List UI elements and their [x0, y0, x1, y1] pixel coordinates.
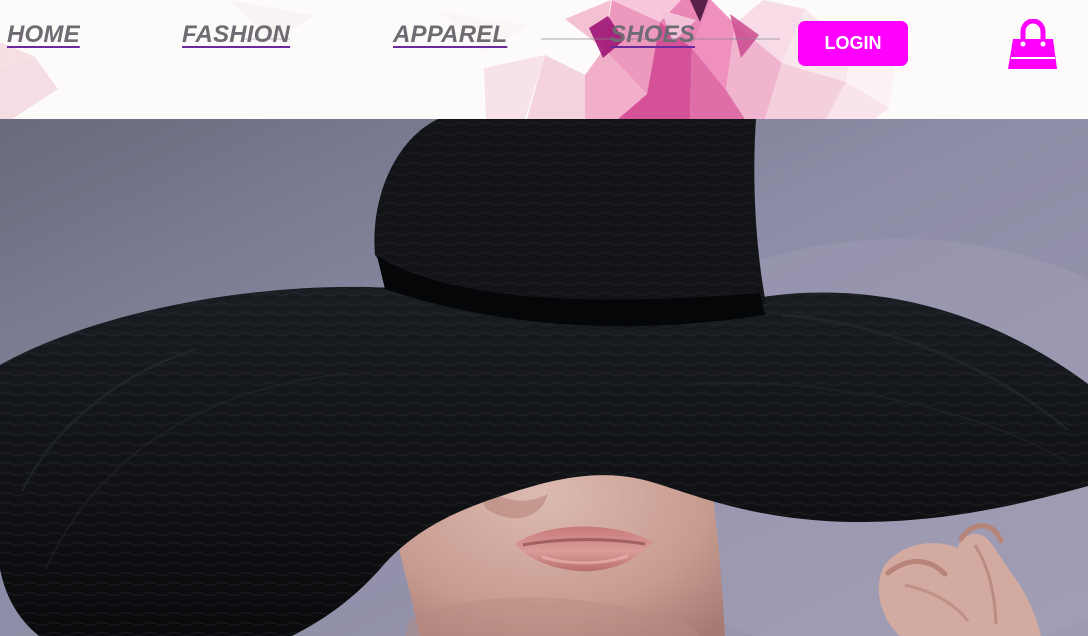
shopping-bag-button[interactable] — [1006, 18, 1060, 73]
shopping-bag-icon — [1008, 18, 1057, 69]
nav-fashion-link[interactable]: FASHION — [182, 20, 290, 50]
storefront-page: HOME FASHION APPAREL SHOES LOGIN — [0, 0, 1088, 636]
nav-home-link[interactable]: HOME — [7, 20, 80, 50]
nav-shoes-link[interactable]: SHOES — [610, 20, 695, 50]
site-header: HOME FASHION APPAREL SHOES LOGIN — [0, 0, 1088, 119]
hero-image — [0, 119, 1088, 636]
nav-apparel-link[interactable]: APPAREL — [393, 20, 507, 50]
geometric-header-background — [0, 0, 1088, 119]
login-button[interactable]: LOGIN — [798, 21, 908, 66]
woman-wearing-black-wide-brim-hat-image — [0, 119, 1088, 636]
